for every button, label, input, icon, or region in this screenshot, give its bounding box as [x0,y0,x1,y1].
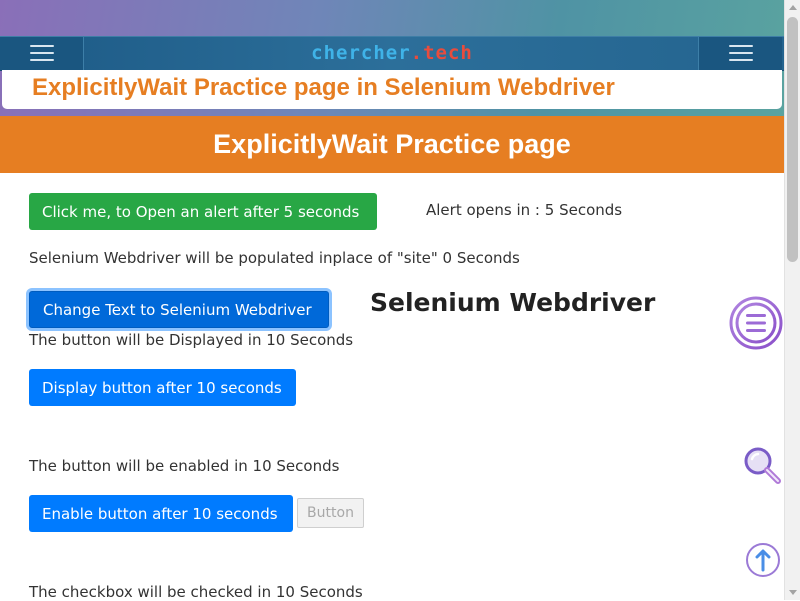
search-icon[interactable] [742,444,784,488]
list-menu-icon[interactable] [728,295,784,351]
alert-countdown-text: Alert opens in : 5 Seconds [426,201,623,219]
disabled-button[interactable]: Button [297,498,364,528]
site-logo[interactable]: chercher.tech [300,42,484,64]
page-title-card: ExplicitlyWait Practice page in Selenium… [2,70,782,109]
hamburger-icon [729,45,753,61]
logo-dot: . [410,42,424,64]
display-info-text: The button will be Displayed in 10 Secon… [29,331,354,349]
change-text-button[interactable]: Change Text to Selenium Webdriver [29,291,329,328]
scrollbar-thumb[interactable] [787,17,798,262]
enable-button[interactable]: Enable button after 10 seconds [29,495,293,532]
scroll-up-arrow-icon[interactable] [745,542,781,578]
top-navigation-bar: chercher.tech [0,36,784,71]
left-menu-toggle-button[interactable] [0,37,84,70]
open-alert-button[interactable]: Click me, to Open an alert after 5 secon… [29,193,377,230]
checkbox-info-text: The checkbox will be checked in 10 Secon… [29,583,363,601]
vertical-scrollbar[interactable] [784,0,800,600]
scroll-down-icon[interactable] [789,590,797,595]
scroll-up-icon[interactable] [789,5,797,10]
hamburger-icon [30,45,54,61]
populate-info-text: Selenium Webdriver will be populated inp… [29,249,520,267]
page-title: ExplicitlyWait Practice page in Selenium… [32,74,615,101]
practice-banner: ExplicitlyWait Practice page [0,116,784,173]
logo-text-part1: chercher [311,42,411,64]
banner-title: ExplicitlyWait Practice page [213,129,571,159]
display-button[interactable]: Display button after 10 seconds [29,369,296,406]
right-menu-toggle-button[interactable] [698,37,782,70]
enable-info-text: The button will be enabled in 10 Seconds [29,457,340,475]
changed-text-result: Selenium Webdriver [370,288,656,317]
logo-text-part2: tech [423,42,473,64]
